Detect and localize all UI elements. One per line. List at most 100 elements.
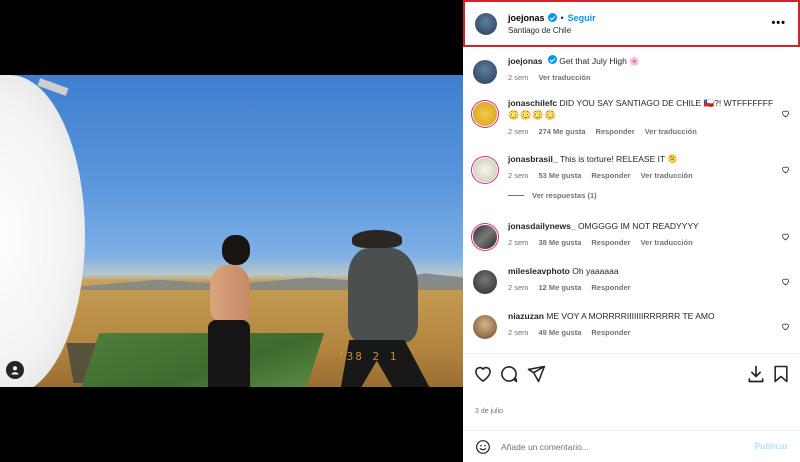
share-icon[interactable] [526, 364, 546, 384]
download-icon[interactable] [746, 364, 766, 384]
comment-reply-button[interactable]: Responder [591, 283, 630, 292]
comment-likes[interactable]: 53 Me gusta [538, 171, 581, 180]
post-media: '38 2 1 [0, 0, 463, 462]
comment-likes[interactable]: 38 Me gusta [538, 238, 581, 247]
more-horizontal-icon[interactable]: ••• [771, 17, 786, 29]
comment-username[interactable]: jonaschilefc [508, 98, 557, 108]
comment-username[interactable]: niazuzan [508, 311, 544, 321]
comment-text-line: jonaschilefc DID YOU SAY SANTIAGO DE CHI… [508, 97, 778, 109]
comment-body: milesleavphoto Oh yaaaaaa 2 sem 12 Me gu… [508, 265, 778, 294]
photo-model [200, 235, 255, 387]
heart-icon[interactable] [781, 109, 790, 118]
comment-translate[interactable]: Ver traducción [645, 127, 697, 136]
comment-body: niazuzan ME VOY A MORRRRIIIIIIIRRRRRR TE… [508, 310, 778, 339]
comment-text-line: jonasbrasil_ This is torture! RELEASE IT… [508, 153, 778, 165]
comment-time[interactable]: 2 sem [508, 127, 528, 136]
comment-input[interactable] [501, 441, 731, 452]
caption-emoji: 🌸 [629, 56, 640, 66]
comment-reply-button[interactable]: Responder [591, 238, 630, 247]
comment-translate[interactable]: Ver traducción [641, 238, 693, 247]
comment-text-line: jonasdailynews_ OMGGGG IM NOT READYYYY [508, 220, 778, 232]
photographer-body [348, 248, 418, 343]
comment-likes[interactable]: 49 Me gusta [538, 328, 581, 337]
emoji-icon[interactable] [475, 439, 491, 455]
verified-icon [547, 55, 557, 64]
comment-meta: 2 sem 12 Me gusta Responder [508, 283, 778, 292]
comment-likes[interactable]: 12 Me gusta [538, 283, 581, 292]
comment-username[interactable]: jonasdailynews_ [508, 221, 576, 231]
caption-body: joejonas Get that July High 🌸 2 sem Ver … [508, 55, 778, 84]
comment-meta: 2 sem 53 Me gusta Responder Ver traducci… [508, 171, 778, 180]
comment-avatar[interactable] [473, 225, 497, 249]
comment-username[interactable]: milesleavphoto [508, 266, 570, 276]
comment-reply-button[interactable]: Responder [591, 171, 630, 180]
comment-icon[interactable] [499, 364, 519, 384]
caption-item: joejonas Get that July High 🌸 2 sem Ver … [473, 55, 800, 84]
comment-item: niazuzan ME VOY A MORRRRIIIIIIIRRRRRR TE… [473, 310, 800, 339]
author-line: joejonas • Seguir [508, 13, 596, 23]
photo-date-stamp: '38 2 1 [338, 350, 399, 363]
comment-text-line: milesleavphoto Oh yaaaaaa [508, 265, 778, 277]
comment-time[interactable]: 2 sem [508, 171, 528, 180]
comment-reply-button[interactable]: Responder [591, 328, 630, 337]
comment-meta: 2 sem 38 Me gusta Responder Ver traducci… [508, 238, 778, 247]
comment-time[interactable]: 2 sem [508, 283, 528, 292]
caption-text-line: joejonas Get that July High 🌸 [508, 55, 778, 67]
heart-icon[interactable] [781, 322, 790, 331]
caption-text: Get that July High [559, 56, 627, 66]
post-photo[interactable]: '38 2 1 [0, 75, 463, 387]
divider [463, 353, 800, 354]
comment-avatar[interactable] [473, 270, 497, 294]
comment-time[interactable]: 2 sem [508, 328, 528, 337]
comment-body: jonasbrasil_ This is torture! RELEASE IT… [508, 153, 778, 200]
comment-avatar[interactable] [473, 315, 497, 339]
save-icon[interactable] [771, 364, 791, 384]
post-header: joejonas • Seguir Santiago de Chile ••• [463, 0, 800, 47]
comment-composer: Publicar [463, 431, 800, 462]
heart-icon[interactable] [781, 165, 790, 174]
heart-icon[interactable] [781, 232, 790, 241]
post-side-panel: joejonas • Seguir Santiago de Chile ••• … [463, 0, 800, 462]
comment-text: This is torture! RELEASE IT 🫠 [559, 154, 678, 164]
comment-reply-button[interactable]: Responder [596, 127, 635, 136]
user-tag-icon[interactable] [6, 361, 24, 379]
comment-body: jonasdailynews_ OMGGGG IM NOT READYYYY 2… [508, 220, 778, 249]
caption-time[interactable]: 2 sem [508, 73, 528, 82]
heart-icon[interactable] [781, 277, 790, 286]
follow-button[interactable]: Seguir [568, 13, 596, 23]
author-info: joejonas • Seguir Santiago de Chile [508, 13, 596, 35]
caption-avatar[interactable] [473, 60, 497, 84]
comment-text: DID YOU SAY SANTIAGO DE CHILE 🇨🇱?! WTFFF… [559, 98, 774, 108]
heart-icon[interactable] [473, 364, 493, 384]
view-replies-button[interactable]: Ver respuestas (1) [508, 191, 778, 200]
model-head [222, 235, 250, 265]
author-username[interactable]: joejonas [508, 13, 545, 23]
comment-avatar[interactable] [473, 158, 497, 182]
comment-avatar[interactable] [473, 102, 497, 126]
caption-meta: 2 sem Ver traducción [508, 73, 778, 82]
post-date[interactable]: 3 de julio [475, 408, 503, 415]
model-torso [210, 265, 250, 320]
comment-text: OMGGGG IM NOT READYYYY [577, 221, 699, 231]
comment-meta: 2 sem 49 Me gusta Responder [508, 328, 778, 337]
comment-text: ME VOY A MORRRRIIIIIIIRRRRRR TE AMO [546, 311, 715, 321]
comment-username[interactable]: jonasbrasil_ [508, 154, 558, 164]
comment-meta: 2 sem 274 Me gusta Responder Ver traducc… [508, 127, 778, 136]
comment-item: jonaschilefc DID YOU SAY SANTIAGO DE CHI… [473, 97, 800, 136]
comments-list[interactable]: joejonas Get that July High 🌸 2 sem Ver … [463, 47, 800, 353]
separator-dot: • [560, 12, 564, 23]
caption-translate[interactable]: Ver traducción [538, 73, 590, 82]
comment-time[interactable]: 2 sem [508, 238, 528, 247]
author-avatar[interactable] [475, 12, 497, 35]
comment-body: jonaschilefc DID YOU SAY SANTIAGO DE CHI… [508, 97, 778, 136]
comment-item: jonasdailynews_ OMGGGG IM NOT READYYYY 2… [473, 220, 800, 249]
model-legs [208, 320, 250, 387]
caption-username[interactable]: joejonas [508, 56, 542, 66]
comment-likes[interactable]: 274 Me gusta [538, 127, 585, 136]
photographer-legs [340, 340, 432, 387]
post-location[interactable]: Santiago de Chile [508, 26, 596, 35]
comment-translate[interactable]: Ver traducción [641, 171, 693, 180]
comment-item: milesleavphoto Oh yaaaaaa 2 sem 12 Me gu… [473, 265, 800, 294]
publish-button[interactable]: Publicar [754, 441, 788, 451]
comment-text-line: niazuzan ME VOY A MORRRRIIIIIIIRRRRRR TE… [508, 310, 778, 322]
